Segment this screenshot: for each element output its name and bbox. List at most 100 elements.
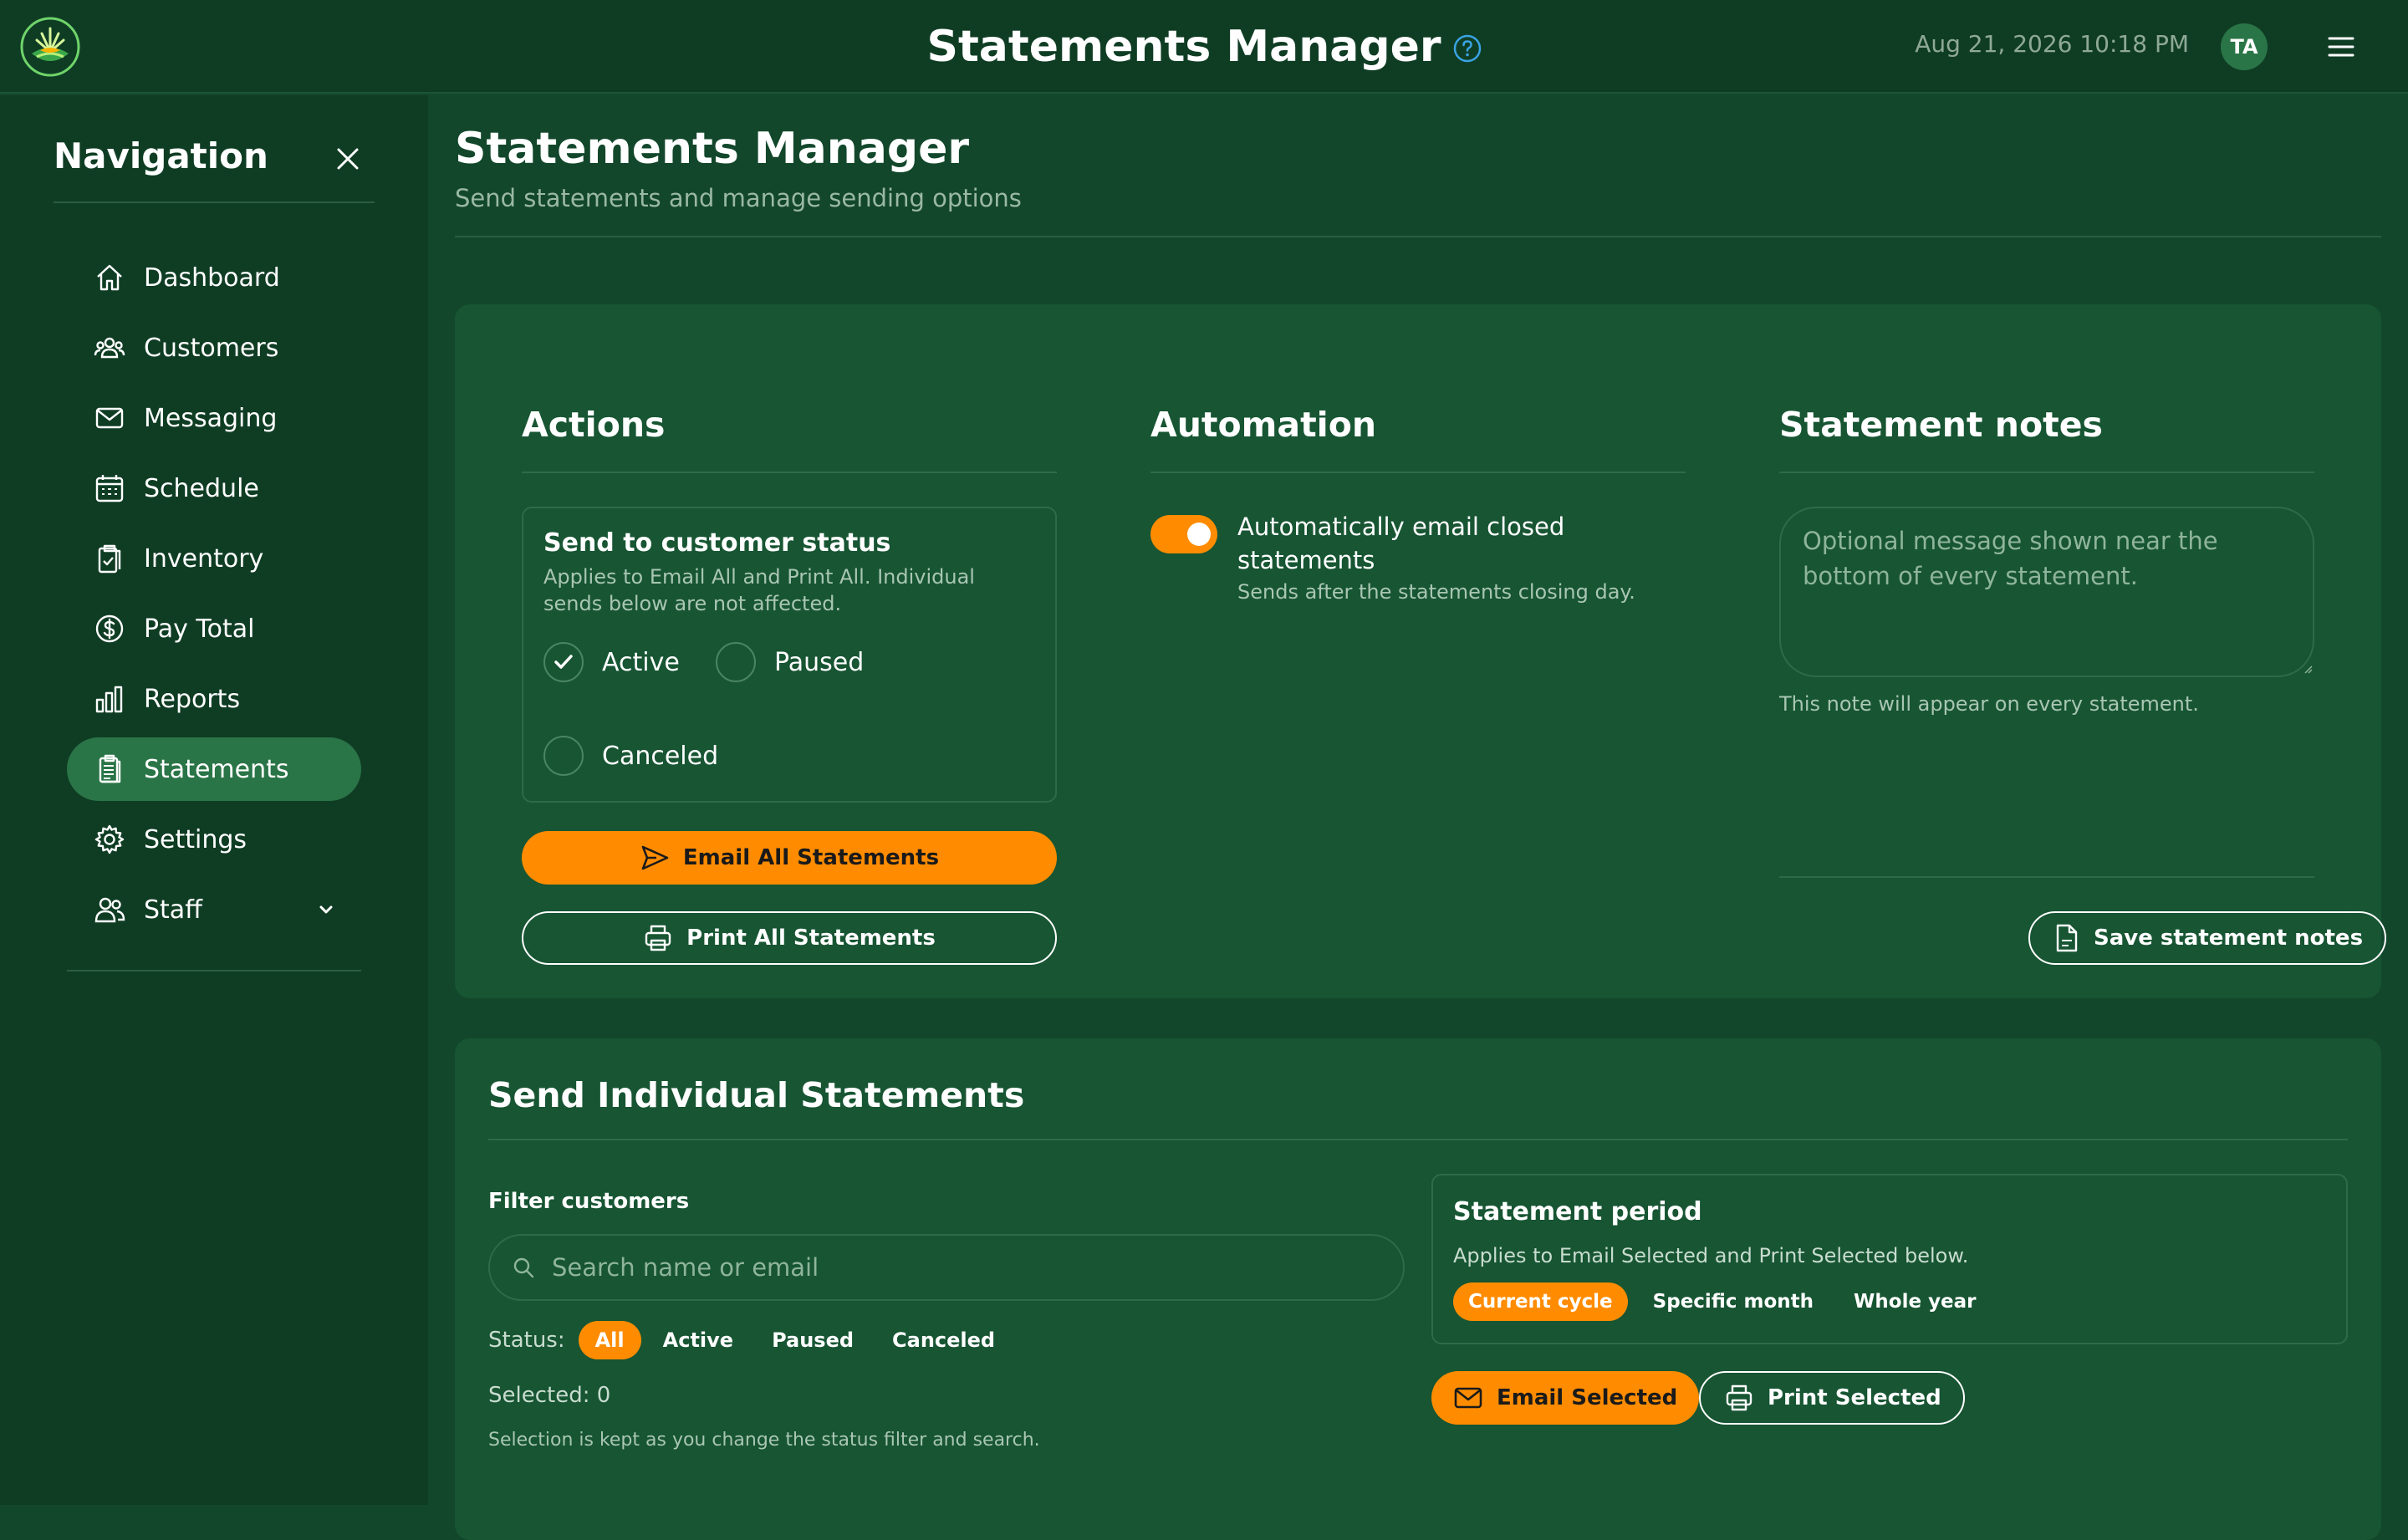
home-icon [94, 262, 125, 293]
auto-email-toggle[interactable] [1150, 515, 1217, 553]
sidebar-item-label: Schedule [144, 473, 259, 503]
notes-divider [1779, 876, 2314, 878]
automation-card: Automation Automatically email closed st… [1117, 338, 1716, 936]
button-label: Email All Statements [682, 845, 940, 870]
customers-icon [94, 332, 125, 364]
sidebar-item-schedule[interactable]: Schedule [67, 456, 361, 520]
section-divider [522, 472, 1057, 473]
app-title: Statements Manager [926, 22, 1441, 72]
bar-chart-icon [94, 683, 125, 715]
close-sidebar-icon[interactable] [331, 142, 365, 176]
status-chip-all[interactable]: All [578, 1321, 641, 1359]
page-divider [455, 236, 2381, 237]
sidebar-item-messaging[interactable]: Messaging [67, 386, 361, 450]
sidebar-item-statements[interactable]: Statements [67, 737, 361, 801]
individual-heading: Send Individual Statements [488, 1075, 1025, 1115]
sidebar-item-reports[interactable]: Reports [67, 667, 361, 731]
status-option-active[interactable]: Active [543, 642, 680, 682]
email-all-statements-button[interactable]: Email All Statements [522, 831, 1057, 885]
auto-email-sublabel: Sends after the statements closing day. [1237, 580, 1635, 604]
gear-icon [94, 824, 125, 855]
status-chip-paused[interactable]: Paused [755, 1321, 870, 1359]
actions-card: Actions Send to customer status Applies … [488, 338, 1087, 965]
search-icon [512, 1256, 535, 1279]
sidebar-item-label: Messaging [144, 403, 278, 433]
period-chip-current-cycle[interactable]: Current cycle [1453, 1282, 1628, 1321]
hamburger-menu-icon[interactable] [2326, 33, 2356, 60]
checkbox-unchecked[interactable] [543, 736, 584, 776]
search-input[interactable] [552, 1253, 1354, 1282]
resize-handle-icon[interactable] [2303, 664, 2313, 674]
section-divider [1779, 472, 2314, 473]
status-box-title: Send to customer status [543, 528, 891, 558]
app-logo[interactable] [20, 17, 80, 77]
printer-icon [643, 923, 673, 953]
sidebar-item-label: Settings [144, 824, 247, 854]
selected-count: Selected: 0 [488, 1383, 611, 1408]
status-box-description: Applies to Email All and Print All. Indi… [543, 565, 975, 615]
sidebar-item-customers[interactable]: Customers [67, 316, 361, 380]
statement-notes-textarea[interactable] [1779, 507, 2314, 677]
sidebar-item-pay-total[interactable]: Pay Total [67, 597, 361, 660]
sidebar-bottom-divider [67, 970, 361, 971]
status-option-label: Canceled [602, 741, 719, 771]
period-title: Statement period [1453, 1197, 1702, 1226]
status-chip-active[interactable]: Active [646, 1321, 750, 1359]
calendar-icon [94, 472, 125, 504]
chevron-down-icon[interactable] [316, 900, 336, 920]
sidebar-item-settings[interactable]: Settings [67, 808, 361, 871]
status-filter-label: Status: [488, 1328, 565, 1353]
send-icon [640, 843, 670, 873]
period-chip-whole-year[interactable]: Whole year [1839, 1282, 1992, 1321]
settings-panel: Actions Send to customer status Applies … [455, 304, 2387, 998]
statements-icon [94, 753, 125, 785]
sidebar-item-label: Statements [144, 754, 289, 784]
print-all-statements-button[interactable]: Print All Statements [522, 911, 1057, 965]
filter-label: Filter customers [488, 1189, 690, 1214]
email-selected-button[interactable]: Email Selected [1431, 1371, 1700, 1425]
sidebar-item-inventory[interactable]: Inventory [67, 527, 361, 590]
save-statement-notes-button[interactable]: Save statement notes [2028, 911, 2387, 965]
status-chip-canceled[interactable]: Canceled [875, 1321, 1012, 1359]
sidebar-title: Navigation [54, 135, 268, 176]
individual-statements-panel: Send Individual Statements Filter custom… [455, 1038, 2381, 1540]
sidebar-item-label: Pay Total [144, 614, 255, 644]
period-options: Current cycle Specific month Whole year [1453, 1282, 1997, 1321]
status-filter-row: Status: All Active Paused Canceled [488, 1321, 1017, 1359]
button-label: Save statement notes [2094, 926, 2364, 951]
document-icon [2053, 923, 2080, 953]
status-option-label: Active [602, 647, 680, 677]
selection-note: Selection is kept as you change the stat… [488, 1430, 1040, 1451]
help-icon[interactable] [1453, 34, 1482, 63]
auto-email-label: Automatically email closed statements [1237, 512, 1565, 574]
button-label: Print Selected [1768, 1385, 1941, 1410]
notes-card: Statement notes This note will appear on… [1746, 338, 2387, 965]
sidebar-item-staff[interactable]: Staff [67, 878, 361, 941]
sidebar-nav-list: Dashboard Customers Messaging Schedule I… [67, 246, 361, 948]
checkbox-unchecked[interactable] [716, 642, 756, 682]
automation-heading: Automation [1150, 405, 1377, 445]
printer-icon [1724, 1383, 1754, 1413]
sidebar-item-label: Inventory [144, 543, 264, 574]
customer-search-box[interactable] [488, 1234, 1405, 1301]
print-selected-button[interactable]: Print Selected [1699, 1371, 1965, 1425]
sidebar-item-dashboard[interactable]: Dashboard [67, 246, 361, 309]
datetime-display: Aug 21, 2026 10:18 PM [1915, 30, 2189, 58]
button-label: Email Selected [1497, 1385, 1678, 1410]
toggle-knob [1187, 523, 1211, 546]
clipboard-check-icon [94, 543, 125, 574]
top-bar: Statements Manager Aug 21, 2026 10:18 PM… [0, 0, 2408, 94]
statement-period-box: Statement period Applies to Email Select… [1431, 1174, 2348, 1344]
user-avatar[interactable]: TA [2221, 23, 2268, 70]
sidebar-item-label: Staff [144, 895, 202, 925]
status-option-paused[interactable]: Paused [716, 642, 864, 682]
mail-icon [1453, 1384, 1483, 1411]
actions-heading: Actions [522, 405, 666, 445]
checkbox-checked[interactable] [543, 642, 584, 682]
sidebar-divider [54, 201, 375, 203]
status-option-canceled[interactable]: Canceled [543, 736, 718, 776]
sidebar: Navigation Dashboard Customers Messaging [0, 95, 428, 1505]
period-chip-specific-month[interactable]: Specific month [1638, 1282, 1829, 1321]
page-subtitle: Send statements and manage sending optio… [455, 184, 1022, 212]
section-divider [488, 1139, 2348, 1140]
